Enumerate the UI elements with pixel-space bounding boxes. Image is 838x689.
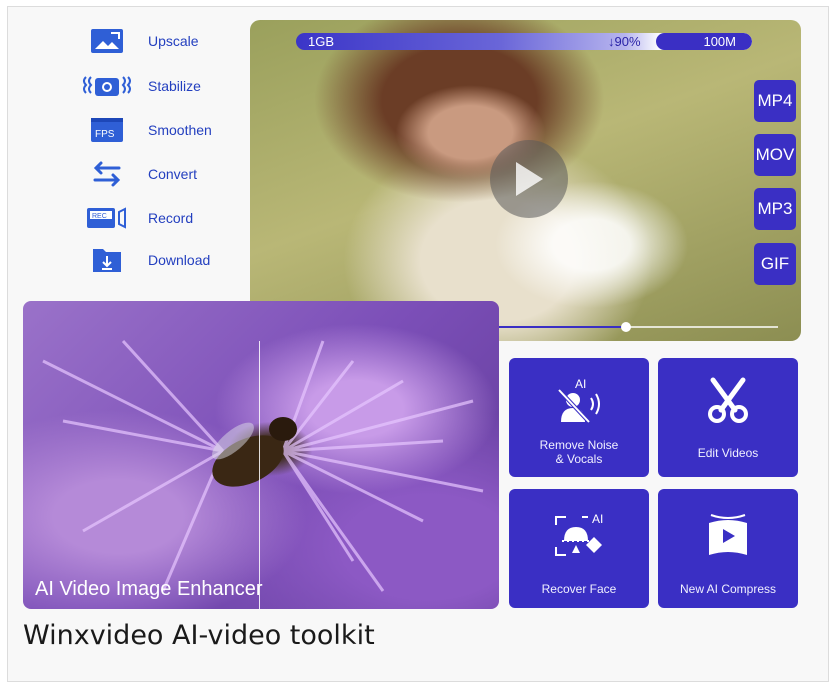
feature-upscale[interactable]: Upscale [80, 24, 240, 58]
download-icon [80, 245, 134, 275]
recover-face-ai-badge: AI [592, 512, 603, 526]
fps-badge: FPS [95, 129, 115, 140]
feature-stabilize[interactable]: Stabilize [80, 69, 240, 103]
video-player[interactable]: 1GB ↓90% 100M MP4 MOV MP3 GIF [250, 20, 801, 341]
feature-record[interactable]: REC Record [80, 201, 240, 235]
tool-ai-compress[interactable]: New AI Compress [658, 489, 798, 608]
convert-icon [80, 159, 134, 189]
tool-remove-noise-label-2: & Vocals [555, 452, 603, 466]
tool-recover-face-label: Recover Face [541, 582, 617, 596]
compression-size-bar: 1GB ↓90% 100M [296, 33, 752, 50]
feature-smoothen-label: Smoothen [148, 122, 212, 138]
feature-smoothen[interactable]: FPS Smoothen [80, 113, 240, 147]
before-after-divider[interactable] [259, 341, 260, 609]
size-from: 1GB [308, 34, 335, 49]
compress-icon [658, 511, 798, 561]
feature-download[interactable]: Download [80, 243, 240, 277]
size-to: 100M [703, 34, 736, 49]
enhancer-title: AI Video Image Enhancer [35, 578, 263, 600]
ai-enhancer-preview: AI Video Image Enhancer [23, 301, 499, 609]
rec-badge: REC [92, 213, 107, 220]
tool-ai-compress-label: New AI Compress [679, 582, 777, 596]
flower-bee-image [42, 339, 484, 592]
tool-edit-videos[interactable]: Edit Videos [658, 358, 798, 477]
feature-download-label: Download [148, 252, 211, 268]
upscale-icon [80, 26, 134, 56]
fps-icon: FPS [80, 115, 134, 145]
scissors-icon [658, 376, 798, 426]
size-reduction: ↓90% [608, 34, 641, 49]
tool-edit-videos-label: Edit Videos [697, 446, 759, 460]
page-caption: Winxvideo AI-video toolkit [23, 620, 375, 651]
tool-remove-noise[interactable]: AI Remove Noise & Vocals [509, 358, 649, 477]
tool-remove-noise-label-1: Remove Noise [539, 438, 619, 452]
feature-upscale-label: Upscale [148, 33, 199, 49]
feature-convert-label: Convert [148, 166, 198, 182]
remove-noise-ai-badge: AI [575, 377, 586, 391]
playback-scrubber-handle[interactable] [621, 322, 632, 332]
feature-record-label: Record [148, 210, 194, 226]
recover-face-icon: AI [509, 511, 649, 561]
play-icon [516, 162, 543, 196]
format-mp3-button[interactable]: MP3 [754, 188, 796, 230]
format-gif-button[interactable]: GIF [754, 243, 796, 285]
format-mp4-button[interactable]: MP4 [754, 80, 796, 122]
remove-noise-icon: AI [509, 372, 649, 428]
play-button[interactable] [490, 140, 568, 218]
record-icon: REC [80, 203, 134, 233]
feature-stabilize-label: Stabilize [148, 78, 201, 94]
stabilize-icon [80, 71, 134, 101]
feature-convert[interactable]: Convert [80, 157, 240, 191]
format-mov-button[interactable]: MOV [754, 134, 796, 176]
tool-recover-face[interactable]: AI Recover Face [509, 489, 649, 608]
